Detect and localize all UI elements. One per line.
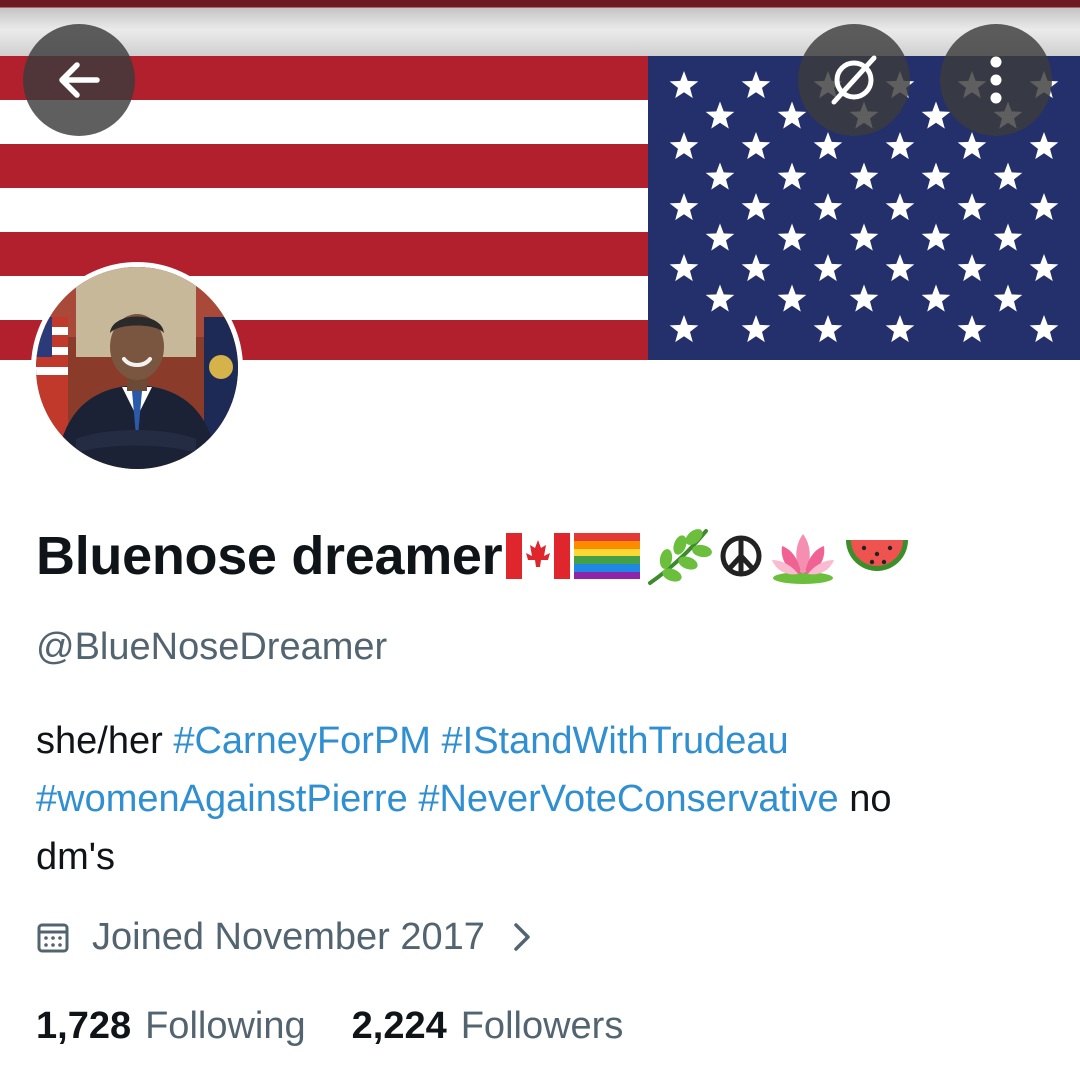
grok-button[interactable]: [798, 24, 910, 136]
flag-star: [741, 71, 771, 99]
flag-star: [741, 315, 771, 343]
arrow-left-icon: [59, 62, 100, 98]
flag-star: [669, 132, 699, 160]
flag-star: [957, 315, 987, 343]
flag-star: [813, 193, 843, 221]
flag-star: [705, 162, 735, 190]
flag-star: [921, 284, 951, 312]
display-name: Bluenose dreamer: [36, 520, 912, 592]
flag-star: [777, 223, 807, 251]
followers-count: 2,224: [351, 1004, 447, 1047]
flag-star: [957, 254, 987, 282]
flag-star: [777, 284, 807, 312]
lotus-icon: [772, 534, 835, 584]
flag-star: [957, 132, 987, 160]
flag-star: [777, 101, 807, 129]
rainbow-flag-icon: [574, 533, 641, 579]
flag-star: [813, 254, 843, 282]
flag-star: [669, 315, 699, 343]
flag-star: [885, 193, 915, 221]
banner-top-band: [0, 0, 1080, 56]
calendar-icon: [37, 923, 69, 953]
flag-star: [921, 223, 951, 251]
display-name-emojis: [506, 525, 912, 587]
avatar-portrait: [36, 267, 238, 469]
flag-star: [705, 101, 735, 129]
chevron-right-icon: [514, 923, 530, 951]
user-handle: @BlueNoseDreamer: [36, 626, 388, 668]
flag-star: [1029, 193, 1059, 221]
bio-text: she/her: [36, 720, 174, 762]
flag-star: [921, 162, 951, 190]
flag-star: [849, 223, 879, 251]
flag-star: [705, 223, 735, 251]
herb-icon: [648, 529, 713, 585]
joined-date-row[interactable]: Joined November 2017: [36, 912, 533, 962]
following-label: Following: [145, 1004, 306, 1047]
flag-star: [993, 162, 1023, 190]
flag-star: [741, 132, 771, 160]
flag-star: [885, 254, 915, 282]
hashtag-link[interactable]: #IStandWithTrudeau: [442, 720, 789, 762]
followers-label: Followers: [460, 1004, 624, 1047]
avatar[interactable]: [31, 262, 243, 474]
following-count: 1,728: [36, 1004, 132, 1047]
flag-star: [849, 284, 879, 312]
flag-star: [1029, 254, 1059, 282]
joined-date: Joined November 2017: [92, 915, 485, 958]
hashtag-link[interactable]: #CarneyForPM: [173, 720, 431, 762]
peace-symbol-icon: [720, 535, 762, 577]
flag-star: [1029, 315, 1059, 343]
flag-star: [993, 223, 1023, 251]
flag-star: [669, 193, 699, 221]
following-link[interactable]: 1,728 Following: [36, 1005, 306, 1048]
flag-star: [1029, 132, 1059, 160]
flag-star: [885, 315, 915, 343]
more-vertical-icon: [990, 56, 1002, 104]
flag-star: [741, 254, 771, 282]
hashtag-link[interactable]: #NeverVoteConservative: [418, 778, 838, 820]
bio-text: dm's: [36, 836, 116, 878]
profile-bio: she/her #CarneyForPM #IStandWithTrudeau …: [36, 712, 1046, 886]
flag-star: [741, 193, 771, 221]
bio-text: no: [838, 778, 892, 820]
follow-stats: 1,728 Following 2,224 Followers: [36, 1000, 623, 1052]
back-button[interactable]: [23, 24, 135, 136]
followers-link[interactable]: 2,224 Followers: [352, 1005, 624, 1048]
flag-star: [813, 315, 843, 343]
flag-star: [957, 193, 987, 221]
flag-star: [669, 254, 699, 282]
display-name-text: Bluenose dreamer: [36, 526, 503, 586]
flag-star: [885, 132, 915, 160]
flag-star: [705, 284, 735, 312]
canada-flag-icon: [506, 533, 571, 579]
grok-icon: [831, 55, 877, 105]
flag-star: [813, 132, 843, 160]
more-options-button[interactable]: [940, 24, 1052, 136]
flag-star: [993, 284, 1023, 312]
flag-star: [669, 71, 699, 99]
flag-star: [849, 162, 879, 190]
watermelon-icon: [846, 540, 909, 571]
hashtag-link[interactable]: #womenAgainstPierre: [36, 778, 408, 820]
flag-star: [777, 162, 807, 190]
